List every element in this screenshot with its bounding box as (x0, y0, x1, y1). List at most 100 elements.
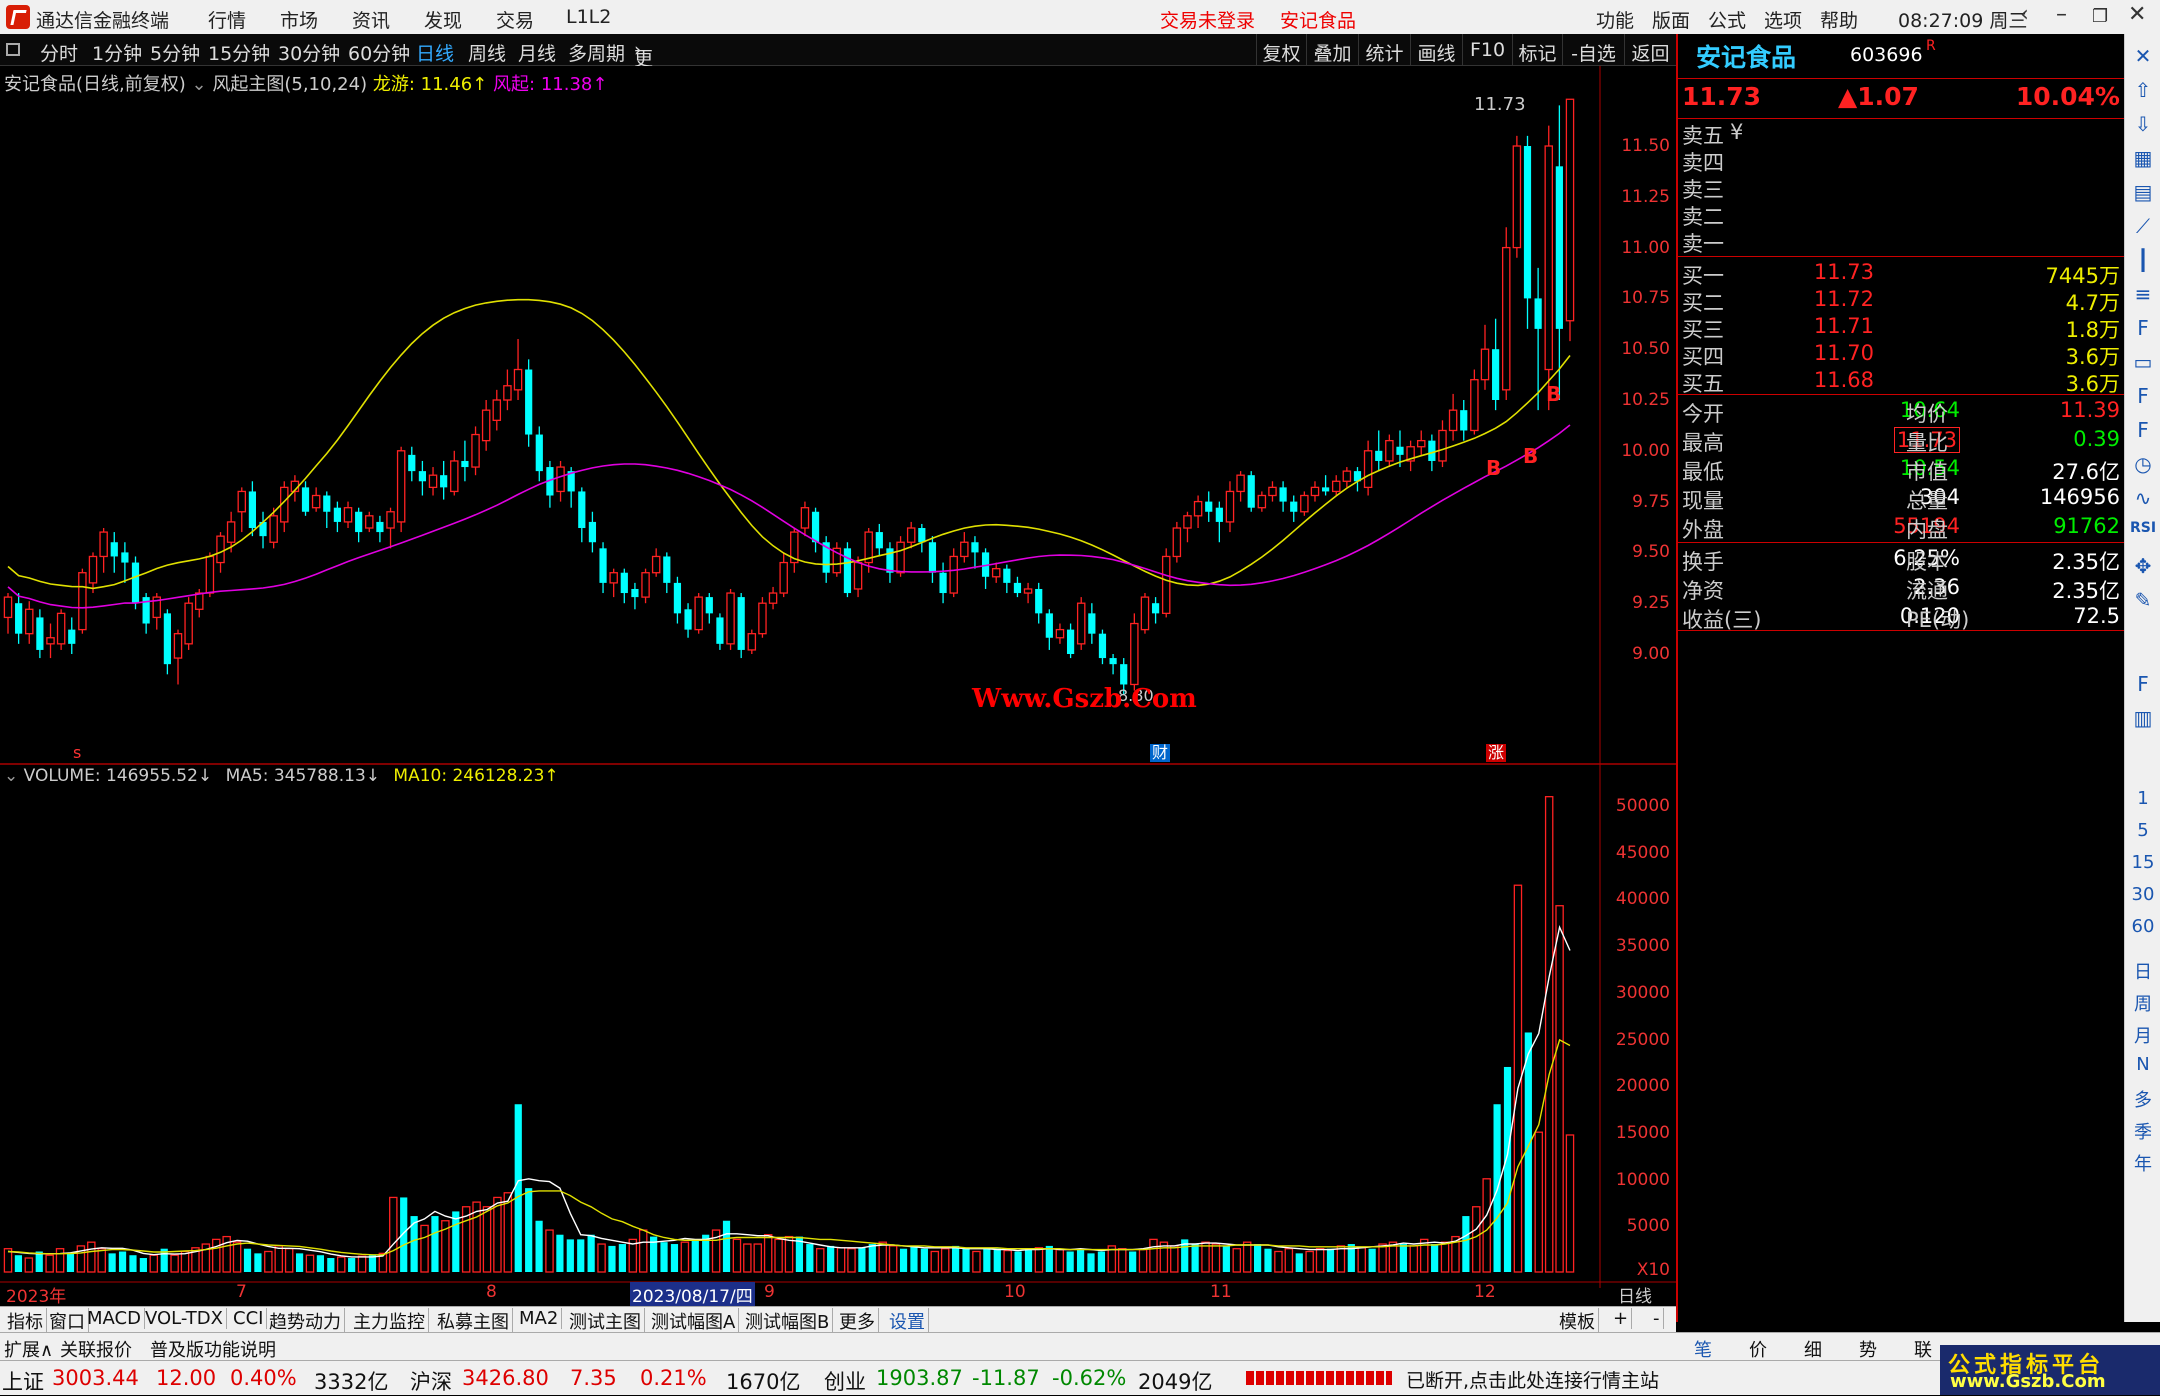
indicator-tab-0[interactable]: 指标 (4, 1308, 47, 1334)
ask-row[interactable]: 卖五 ¥ (1678, 120, 2124, 148)
tf-15min[interactable]: 15分钟 (208, 39, 270, 66)
tab-minus-button[interactable]: - (1650, 1308, 1664, 1329)
indicator-tab-3[interactable]: VOL-TDX (142, 1308, 227, 1329)
indicator-tab-13[interactable]: 设置 (886, 1308, 929, 1334)
indicator-tab-9[interactable]: 测试主图 (566, 1308, 645, 1334)
event-mark-s[interactable]: s (71, 744, 83, 762)
menu-zixun[interactable]: 资讯 (352, 6, 390, 33)
indicator-tab-4[interactable]: CCI (230, 1308, 268, 1329)
fs-icon[interactable]: F (2125, 672, 2160, 696)
ext-tab-2[interactable]: 普及版功能说明 (150, 1336, 276, 1362)
menu-bangzhu[interactable]: 帮助 (1820, 6, 1858, 33)
period-button-2[interactable]: 15 (2125, 852, 2160, 873)
bid-row[interactable]: 买四 11.70 3.6万 (1678, 341, 2124, 369)
sh-index-name[interactable]: 上证 (2, 1366, 44, 1396)
f2-icon[interactable]: F (2125, 418, 2160, 442)
event-mark-finance[interactable]: 财 (1150, 744, 1171, 762)
indicator-dropdown-icon[interactable]: ⌄ (192, 74, 207, 95)
fuquan-button[interactable]: 复权 (1256, 34, 1306, 66)
move-icon[interactable]: ✥ (2125, 554, 2160, 578)
ext-tab-1[interactable]: 关联报价 (60, 1336, 132, 1362)
bid-row[interactable]: 买二 11.72 4.7万 (1678, 287, 2124, 315)
period-button-5[interactable]: 日 (2125, 958, 2160, 984)
connection-status[interactable]: 已断开,点击此处连接行情主站 (1406, 1366, 1659, 1393)
bid-row[interactable]: 买五 11.68 3.6万 (1678, 368, 2124, 396)
indicator-tab-5[interactable]: 趋势动力 (266, 1308, 345, 1334)
volume-dropdown-icon[interactable]: ⌄ (4, 766, 18, 786)
menu-faxian[interactable]: 发现 (424, 6, 462, 33)
chart-area[interactable] (0, 66, 1676, 1288)
tf-monthly[interactable]: 月线 (518, 39, 556, 66)
ask-row[interactable]: 卖四 (1678, 147, 2124, 175)
period-button-8[interactable]: N (2125, 1054, 2160, 1075)
arrow-up-icon[interactable]: ⇧ (2125, 78, 2160, 102)
ask-row[interactable]: 卖三 (1678, 174, 2124, 202)
back-icon[interactable]: ‹ (2020, 2, 2029, 27)
table-icon[interactable]: ▤ (2125, 180, 2160, 204)
menu-jiaoyi[interactable]: 交易 (496, 6, 534, 33)
period-button-7[interactable]: 月 (2125, 1022, 2160, 1048)
event-mark-limit-up[interactable]: 涨 (1486, 744, 1507, 762)
tab-tpl-button[interactable]: 模板 (1556, 1308, 1599, 1334)
indicator-tab-8[interactable]: MA2 (516, 1308, 563, 1329)
indicator-tab-2[interactable]: MACD (84, 1308, 145, 1329)
zixuan-button[interactable]: -自选 (1562, 34, 1624, 66)
huaxian-button[interactable]: 画线 (1410, 34, 1462, 66)
period-button-9[interactable]: 多 (2125, 1086, 2160, 1112)
f10-button[interactable]: F10 (1462, 34, 1512, 66)
f10-icon[interactable]: F (2125, 316, 2160, 340)
period-button-10[interactable]: 季 (2125, 1118, 2160, 1144)
clock-icon[interactable]: ◷ (2125, 452, 2160, 476)
sz-index-name[interactable]: 沪深 (410, 1366, 452, 1396)
period-button-0[interactable]: 1 (2125, 788, 2160, 809)
list-icon[interactable]: ≡ (2125, 282, 2160, 306)
tf-weekly[interactable]: 周线 (468, 39, 506, 66)
restore-icon[interactable]: ❐ (2092, 6, 2108, 27)
biaoji-button[interactable]: 标记 (1512, 34, 1562, 66)
wave-icon[interactable]: ∿ (2125, 486, 2160, 510)
indicator-tab-10[interactable]: 测试幅图A (648, 1308, 740, 1334)
diejia-button[interactable]: 叠加 (1306, 34, 1358, 66)
period-button-1[interactable]: 5 (2125, 820, 2160, 841)
tf-5min[interactable]: 5分钟 (150, 39, 200, 66)
minimize-icon[interactable]: – (2056, 2, 2067, 27)
tf-daily[interactable]: 日线 (416, 39, 454, 66)
menu-gongneng[interactable]: 功能 (1596, 6, 1634, 33)
candle-icon[interactable]: ┃ (2125, 248, 2160, 272)
rsi-icon[interactable]: RSI (2125, 520, 2160, 536)
menu-gongshi[interactable]: 公式 (1708, 6, 1746, 33)
period-button-6[interactable]: 周 (2125, 990, 2160, 1016)
detail-tab-4[interactable]: 联 (1914, 1336, 1932, 1362)
bid-row[interactable]: 买三 11.71 1.8万 (1678, 314, 2124, 342)
fanhui-button[interactable]: 返回 (1624, 34, 1676, 66)
indicator-tab-7[interactable]: 私募主图 (434, 1308, 513, 1334)
tf-more[interactable]: 更多 › (634, 39, 653, 97)
tf-fenshi[interactable]: 分时 (40, 39, 78, 66)
close-icon[interactable]: ✕ (2125, 44, 2160, 68)
close-icon[interactable]: ✕ (2128, 2, 2146, 27)
menu-banmian[interactable]: 版面 (1652, 6, 1690, 33)
chart-icon[interactable]: ▥ (2125, 706, 2160, 730)
f-icon[interactable]: F (2125, 384, 2160, 408)
grid-icon[interactable]: ▦ (2125, 146, 2160, 170)
ext-tab-0[interactable]: 扩展∧ (4, 1336, 53, 1362)
detail-tab-2[interactable]: 细 (1804, 1336, 1822, 1362)
menu-shichang[interactable]: 市场 (280, 6, 318, 33)
trade-login-notice[interactable]: 交易未登录 (1160, 6, 1255, 33)
arrow-down-icon[interactable]: ⇩ (2125, 112, 2160, 136)
period-button-4[interactable]: 60 (2125, 916, 2160, 937)
pen-icon[interactable]: ✎ (2125, 588, 2160, 612)
period-button-11[interactable]: 年 (2125, 1150, 2160, 1176)
menu-l1l2[interactable]: L1L2 (566, 6, 611, 28)
tf-multi[interactable]: 多周期 (568, 39, 625, 66)
menu-hangqing[interactable]: 行情 (208, 6, 246, 33)
tab-plus-button[interactable]: + (1610, 1308, 1633, 1329)
ask-row[interactable]: 卖二 (1678, 201, 2124, 229)
indicator-tab-11[interactable]: 测试幅图B (742, 1308, 834, 1334)
bid-row[interactable]: 买一 11.73 7445万 (1678, 260, 2124, 288)
detail-tab-3[interactable]: 势 (1859, 1336, 1877, 1362)
cy-index-name[interactable]: 创业 (824, 1366, 866, 1396)
indicator-tab-6[interactable]: 主力监控 (350, 1308, 429, 1334)
detail-tab-1[interactable]: 价 (1749, 1336, 1767, 1362)
tongji-button[interactable]: 统计 (1358, 34, 1410, 66)
